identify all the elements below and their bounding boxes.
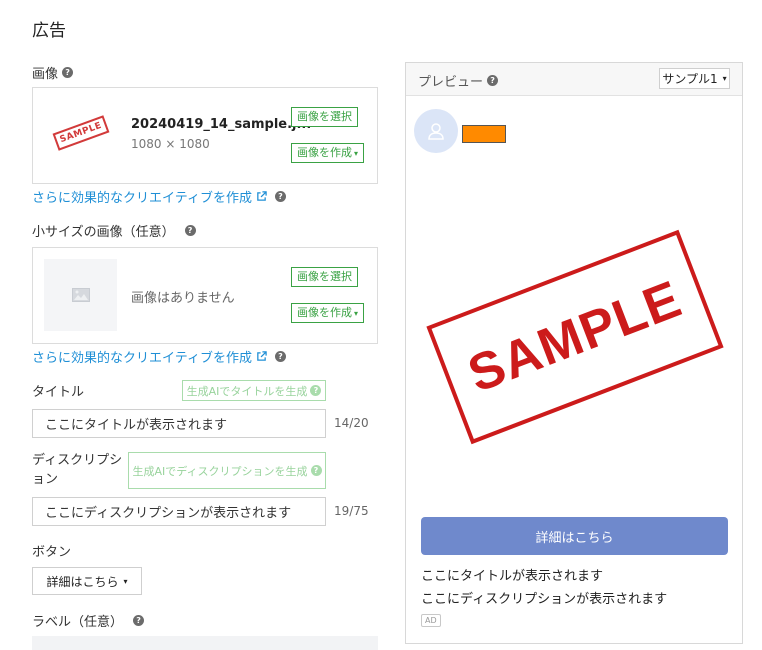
select-image-button[interactable]: 画像を選択 bbox=[291, 107, 358, 127]
preview-sample-text: SAMPLE bbox=[460, 270, 690, 404]
small-image-box: 画像はありません 画像を選択 画像を作成 ▾ bbox=[32, 247, 378, 344]
image-dimensions: 1080 × 1080 bbox=[131, 137, 210, 151]
description-input[interactable]: ここにディスクリプションが表示されます bbox=[32, 497, 326, 526]
image-label-text: 画像 bbox=[32, 67, 59, 82]
preview-cta-button[interactable]: 詳細はこちら bbox=[421, 517, 728, 555]
description-char-count: 19/75 bbox=[334, 504, 369, 518]
preview-description: ここにディスクリプションが表示されます bbox=[421, 592, 668, 607]
title-label: タイトル bbox=[32, 385, 85, 400]
label-section-text: ラベル（任意） bbox=[32, 615, 124, 630]
label-section-label: ラベル（任意） ? bbox=[32, 611, 145, 630]
no-image-text: 画像はありません bbox=[131, 291, 235, 306]
creative-link-1[interactable]: さらに効果的なクリエイティブを作成 ? bbox=[32, 187, 286, 206]
image-placeholder bbox=[44, 259, 117, 331]
create-image-button[interactable]: 画像を作成 ▾ bbox=[291, 143, 365, 163]
preview-panel: プレビュー ? サンプル1 ▾ SAMPLE 詳細はこちら ここにタイトルが表示… bbox=[405, 62, 743, 644]
description-input-value: ここにディスクリプションが表示されます bbox=[45, 506, 292, 521]
preview-title: ここにタイトルが表示されます bbox=[421, 569, 604, 584]
preview-label: プレビュー ? bbox=[418, 71, 499, 90]
caret-down-icon: ▾ bbox=[722, 74, 727, 83]
advertiser-name-redacted bbox=[462, 125, 506, 143]
description-label-line2: ョン bbox=[32, 472, 59, 487]
generate-description-ai-button[interactable]: 生成AIでディスクリプションを生成 ? bbox=[128, 452, 326, 489]
creative-link-text: さらに効果的なクリエイティブを作成 bbox=[32, 191, 252, 206]
caret-down-icon: ▾ bbox=[354, 309, 359, 318]
help-icon[interactable]: ? bbox=[133, 615, 145, 626]
image-thumbnail: SAMPLE bbox=[45, 108, 119, 164]
help-icon: ? bbox=[310, 465, 322, 476]
help-icon[interactable]: ? bbox=[487, 75, 499, 86]
page-title: 広告 bbox=[32, 21, 66, 41]
title-input-value: ここにタイトルが表示されます bbox=[45, 418, 228, 433]
creative-link-text: さらに効果的なクリエイティブを作成 bbox=[32, 351, 252, 366]
description-label-line1: ディスクリプシ bbox=[32, 453, 123, 468]
preview-header: プレビュー ? サンプル1 ▾ bbox=[406, 63, 742, 96]
help-icon[interactable]: ? bbox=[274, 351, 286, 362]
small-image-label-text: 小サイズの画像（任意） bbox=[32, 225, 175, 240]
caret-down-icon: ▾ bbox=[123, 576, 128, 586]
image-label: 画像 ? bbox=[32, 63, 74, 82]
help-icon[interactable]: ? bbox=[62, 67, 74, 78]
create-image-label: 画像を作成 bbox=[297, 146, 352, 159]
preview-image: SAMPLE bbox=[426, 229, 724, 445]
button-label: ボタン bbox=[32, 545, 72, 560]
ad-badge: AD bbox=[421, 614, 441, 627]
external-link-icon bbox=[257, 191, 267, 201]
button-type-value: 詳細はこちら bbox=[46, 574, 119, 589]
generate-description-ai-label: 生成AIでディスクリプションを生成 bbox=[132, 464, 308, 478]
description-label: ディスクリプシ ョン bbox=[32, 451, 122, 489]
button-type-select[interactable]: 詳細はこちら ▾ bbox=[32, 567, 142, 595]
image-placeholder-icon bbox=[71, 288, 90, 302]
user-icon bbox=[428, 123, 444, 140]
thumb-sample-text: SAMPLE bbox=[58, 120, 104, 146]
external-link-icon bbox=[257, 351, 267, 361]
select-small-image-button[interactable]: 画像を選択 bbox=[291, 267, 358, 287]
generate-title-ai-button[interactable]: 生成AIでタイトルを生成 ? bbox=[182, 380, 326, 401]
image-filename: 20240419_14_sample.j... bbox=[131, 117, 312, 132]
create-small-image-button[interactable]: 画像を作成 ▾ bbox=[291, 303, 365, 323]
generate-title-ai-label: 生成AIでタイトルを生成 bbox=[186, 384, 308, 398]
creative-link-2[interactable]: さらに効果的なクリエイティブを作成 ? bbox=[32, 347, 286, 366]
sample-select[interactable]: サンプル1 ▾ bbox=[659, 68, 730, 89]
help-icon[interactable]: ? bbox=[274, 191, 286, 202]
label-input[interactable] bbox=[32, 636, 378, 650]
help-icon[interactable]: ? bbox=[184, 225, 196, 236]
preview-label-text: プレビュー bbox=[418, 75, 484, 90]
title-char-count: 14/20 bbox=[334, 416, 369, 430]
avatar bbox=[414, 109, 458, 153]
title-input[interactable]: ここにタイトルが表示されます bbox=[32, 409, 326, 438]
caret-down-icon: ▾ bbox=[354, 149, 359, 158]
image-box: SAMPLE 20240419_14_sample.j... 1080 × 10… bbox=[32, 87, 378, 184]
small-image-label: 小サイズの画像（任意） ? bbox=[32, 221, 196, 240]
create-small-image-label: 画像を作成 bbox=[297, 306, 352, 319]
help-icon: ? bbox=[310, 385, 322, 396]
sample-select-value: サンプル1 bbox=[662, 72, 718, 86]
